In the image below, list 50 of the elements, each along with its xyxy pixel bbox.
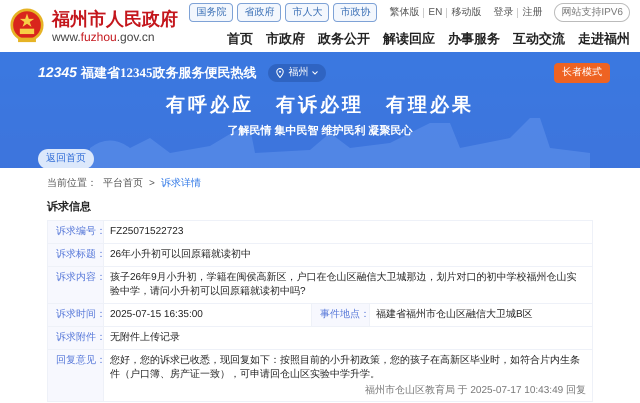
field-value: 2025-07-15 16:35:00 (110, 308, 204, 322)
nav-item[interactable]: 政务公开 (318, 29, 370, 49)
field-label: 诉求附件： (48, 326, 104, 348)
nav-item[interactable]: 办事服务 (448, 29, 500, 49)
field-value: 孩子26年9月小升初，学籍在闽侯高新区，户口在仓山区融信大卫城那边，划片对口的初中学校福州仓山实验中学，请问小升初可以回原籍就读初中吗? (110, 270, 578, 298)
site-name: 福州市人民政府 (52, 8, 178, 30)
field-value: 无附件上传记录 (110, 330, 181, 344)
location-selector[interactable]: 福州 (268, 64, 326, 82)
field-label: 诉求标题： (48, 244, 104, 266)
site-link[interactable]: 市人大 (285, 3, 330, 22)
version-link[interactable]: 移动版 (451, 5, 482, 20)
field-label: 事件地点： (312, 304, 370, 326)
slogan: 有诉必理 (276, 94, 364, 118)
nav-item[interactable]: 走进福州 (578, 29, 630, 49)
field-label: 回复意见： (48, 350, 104, 400)
ipv6-link[interactable]: 网站支持IPV6 (554, 3, 630, 22)
location-pin-icon (276, 68, 284, 78)
version-link[interactable]: EN (428, 5, 442, 20)
breadcrumb-separator: > (149, 177, 155, 191)
site-link[interactable]: 市政协 (333, 3, 378, 22)
nav-item[interactable]: 首页 (227, 29, 253, 49)
hotline-title: 福建省12345政务服务便民热线 (80, 64, 256, 82)
sub-slogan: 了解民情 集中民智 维护民利 凝聚民心 (227, 124, 413, 138)
hotline-logo: 12345 (38, 63, 77, 82)
slogan: 有理必果 (386, 94, 474, 118)
nav-item[interactable]: 互动交流 (513, 29, 565, 49)
field-value: 26年小升初可以回原籍就读初中 (110, 248, 252, 262)
site-link[interactable]: 省政府 (237, 3, 282, 22)
emblem-icon (10, 8, 44, 44)
nav-item[interactable]: 解读回应 (383, 29, 435, 49)
field-label: 诉求编号： (48, 220, 104, 242)
account-link[interactable]: 登录 (493, 5, 514, 20)
account-link[interactable]: 注册 (522, 5, 542, 20)
section-title: 诉求信息 (47, 200, 92, 215)
field-value: 您好，您的诉求已收悉，现回复如下：按照目前的小升初政策，您的孩子在高新区毕业时，如符合片内生条件（户口簿、房产证一致），可申请回仓山区实验中学升学。 (110, 354, 581, 382)
chevron-down-icon (312, 70, 318, 74)
back-home-button[interactable]: 返回首页 (38, 148, 94, 168)
field-label: 诉求时间： (48, 304, 104, 326)
breadcrumb-link[interactable]: 诉求详情 (160, 176, 201, 191)
field-value: FZ25071522723 (110, 224, 184, 238)
nav-item[interactable]: 市政府 (266, 29, 305, 49)
field-value: 福建省福州市仓山区融信大卫城B区 (376, 308, 534, 322)
site-link[interactable]: 国务院 (189, 3, 234, 22)
field-label: 诉求内容： (48, 266, 104, 302)
breadcrumb-label: 当前位置： (47, 176, 97, 191)
reply-signature: 福州市仓山区教育局 于 2025-07-17 10:43:49 回复 (364, 384, 586, 396)
breadcrumb-link[interactable]: 平台首页 (103, 176, 143, 191)
slogan: 有呼必应 (166, 94, 254, 118)
site-domain: www.fuzhou.gov.cn (52, 30, 156, 44)
version-link[interactable]: 繁体版 (389, 5, 420, 20)
